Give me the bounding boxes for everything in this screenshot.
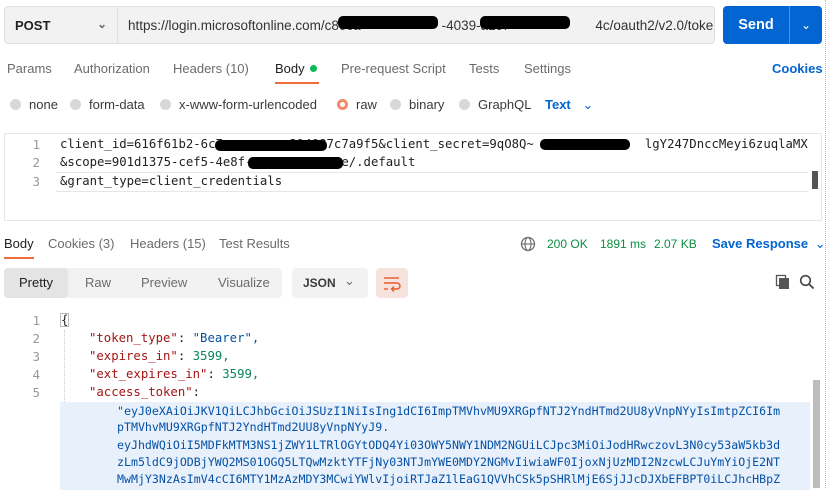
save-response-button[interactable]: Save Response ⌄ — [712, 236, 826, 252]
code-line[interactable]: &grant_type=client_credentials — [60, 174, 282, 188]
json-key: "access_token" — [89, 385, 193, 399]
json-value: "Bearer", — [192, 331, 260, 345]
tab-response-headers[interactable]: Headers (15) — [130, 236, 206, 251]
view-mode-pretty[interactable]: Pretty — [19, 275, 53, 290]
json-line[interactable]: "ext_expires_in": 3599, — [89, 367, 259, 381]
tab-response-cookies[interactable]: Cookies (3) — [48, 236, 114, 251]
tab-test-results[interactable]: Test Results — [219, 236, 290, 251]
token-line[interactable]: eyJhdWQiOiI5MDFkMTM3NS1jZWY1LTRlOGYtODQ4… — [117, 438, 780, 452]
json-key: "ext_expires_in" — [89, 367, 208, 381]
radio-graphql[interactable]: GraphQL — [459, 97, 531, 112]
chevron-down-icon[interactable]: ⌄ — [790, 18, 822, 32]
json-value: 3599, — [192, 349, 230, 363]
radio-icon — [160, 99, 171, 110]
line-number: 3 — [32, 349, 40, 364]
radio-icon — [459, 99, 470, 110]
wrap-lines-button[interactable] — [376, 268, 408, 298]
radio-x-www-form-urlencoded[interactable]: x-www-form-urlencoded — [160, 97, 317, 112]
tab-body-label: Body — [275, 61, 305, 76]
globe-icon[interactable] — [520, 236, 536, 252]
status-code[interactable]: 200 OK — [547, 237, 588, 251]
view-mode-preview[interactable]: Preview — [141, 275, 187, 290]
redaction-mark — [338, 16, 438, 29]
view-mode-raw[interactable]: Raw — [85, 275, 111, 290]
redaction-mark — [248, 157, 343, 169]
radio-form-data[interactable]: form-data — [70, 97, 145, 112]
radio-icon — [10, 99, 21, 110]
chevron-down-icon: ⌄ — [96, 17, 107, 31]
line-number: 2 — [32, 331, 40, 346]
method-label: POST — [15, 17, 51, 33]
response-scrollbar[interactable] — [813, 380, 820, 488]
json-brace: { — [60, 313, 70, 327]
json-line[interactable]: "token_type": "Bearer", — [89, 331, 259, 345]
token-line[interactable]: zLm5ldC9jODBjYWQ2MS01OGQ5LTQwMzktYTFjNy0… — [117, 455, 780, 469]
response-format-label: JSON — [303, 276, 336, 290]
json-value: 3599, — [222, 367, 260, 381]
json-line[interactable]: "access_token": — [89, 385, 200, 399]
line-number: 2 — [32, 155, 40, 170]
json-key: "expires_in" — [89, 349, 178, 363]
radio-binary[interactable]: binary — [390, 97, 444, 112]
token-line[interactable]: MwMjY3NzAsImV4cCI6MTY1MzAzMDY3MCwiYWlvIj… — [117, 472, 780, 486]
chevron-down-icon: ⌄ — [344, 273, 355, 288]
save-response-label: Save Response — [712, 236, 809, 251]
send-label: Send — [738, 17, 774, 33]
radio-label: GraphQL — [478, 97, 532, 112]
radio-label: binary — [409, 97, 445, 112]
search-icon[interactable] — [799, 274, 815, 290]
tab-params[interactable]: Params — [7, 61, 52, 76]
redaction-mark — [480, 16, 570, 29]
active-tab-underline — [275, 82, 319, 84]
cookies-link[interactable]: Cookies — [772, 61, 823, 76]
radio-label: none — [29, 97, 58, 112]
radio-raw[interactable]: raw — [337, 97, 377, 112]
json-line[interactable]: "expires_in": 3599, — [89, 349, 230, 363]
radio-selected-icon — [337, 99, 348, 110]
editor-scrollbar[interactable] — [812, 171, 818, 189]
line-number: 3 — [32, 174, 40, 189]
radio-label: x-www-form-urlencoded — [179, 97, 317, 112]
chevron-down-icon: ⌄ — [814, 236, 826, 251]
wrap-icon — [384, 277, 401, 292]
radio-icon — [390, 99, 401, 110]
json-key: "token_type" — [89, 331, 178, 345]
redaction-mark — [540, 139, 630, 150]
redaction-mark — [215, 140, 327, 151]
radio-icon — [70, 99, 81, 110]
tab-tests[interactable]: Tests — [469, 61, 499, 76]
line-number: 4 — [32, 367, 40, 382]
status-dot-icon — [309, 65, 317, 72]
response-time[interactable]: 1891 ms — [600, 237, 646, 251]
tab-settings[interactable]: Settings — [524, 61, 571, 76]
active-tab-underline — [4, 257, 34, 259]
tab-response-body[interactable]: Body — [4, 236, 34, 251]
send-button[interactable]: Send ⌄ — [723, 6, 822, 44]
radio-label: form-data — [89, 97, 145, 112]
response-size[interactable]: 2.07 KB — [654, 237, 697, 251]
line-number: 1 — [32, 313, 40, 328]
tab-body[interactable]: Body — [275, 61, 317, 76]
chevron-down-icon: ⌄ — [582, 97, 594, 112]
code-line[interactable]: client_id=616f61b2-6c7 -314087c7a9f5&cli… — [60, 137, 808, 151]
method-select[interactable]: POST ⌄ — [4, 6, 118, 44]
token-line[interactable]: "eyJ0eXAiOiJKV1QiLCJhbGciOiJSUzI1NiIsIng… — [117, 404, 780, 418]
tab-headers[interactable]: Headers (10) — [173, 61, 249, 76]
tab-authorization[interactable]: Authorization — [74, 61, 150, 76]
line-number: 5 — [32, 385, 40, 400]
tab-pre-request-script[interactable]: Pre-request Script — [341, 61, 446, 76]
radio-none[interactable]: none — [10, 97, 58, 112]
pane-divider — [825, 0, 827, 488]
token-line[interactable]: pTMVhvMU9XRGpfNTJ2YndHTmd2UU8yVnpNYyJ9. — [117, 420, 389, 434]
response-format-select[interactable]: JSON ⌄ — [292, 268, 368, 298]
view-mode-visualize[interactable]: Visualize — [218, 275, 270, 290]
body-format-label: Text — [545, 97, 571, 112]
radio-label: raw — [356, 97, 377, 112]
line-number: 1 — [32, 137, 40, 152]
code-line[interactable]: &scope=901d1375-cef5-4e8f- 54364e/.defau… — [60, 155, 415, 169]
copy-icon[interactable] — [775, 274, 791, 290]
body-format-select[interactable]: Text ⌄ — [545, 97, 593, 113]
